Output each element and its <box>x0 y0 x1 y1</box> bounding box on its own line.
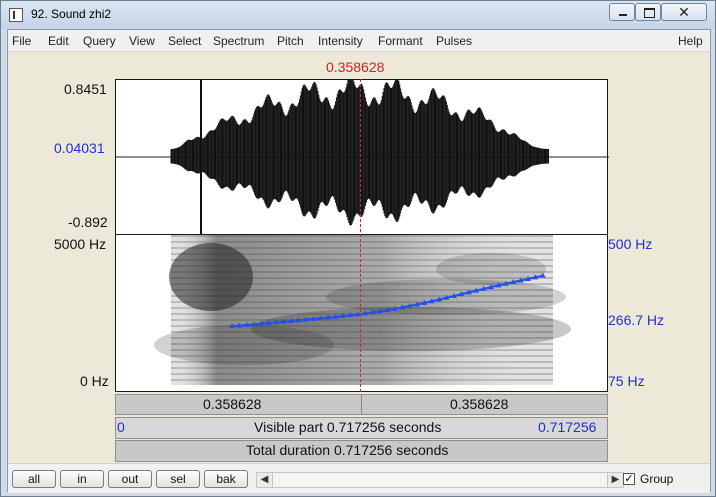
pitch-mid-label: 266.7 Hz <box>608 312 665 328</box>
scroll-right-icon[interactable]: ▶ <box>607 473 623 487</box>
group-checkbox[interactable]: ✓ <box>623 473 635 485</box>
selection-right-time: 0.358628 <box>450 396 509 412</box>
waveform-panel[interactable] <box>115 79 609 236</box>
visible-end: 0.717256 <box>538 419 597 435</box>
menu-spectrum[interactable]: Spectrum <box>213 34 264 48</box>
selection-divider <box>361 395 362 415</box>
selection-left-time: 0.358628 <box>203 396 262 412</box>
menu-pulses[interactable]: Pulses <box>436 34 472 48</box>
amplitude-mid-label: 0.04031 <box>54 140 105 156</box>
cursor-time-label: 0.358628 <box>326 59 385 75</box>
menu-select[interactable]: Select <box>168 34 201 48</box>
minimize-button[interactable] <box>609 3 635 21</box>
total-duration-label: Total duration 0.717256 seconds <box>246 442 449 458</box>
visible-part-bar[interactable]: 0 Visible part 0.717256 seconds 0.717256 <box>115 417 608 439</box>
menu-formant[interactable]: Formant <box>378 34 423 48</box>
visible-start: 0 <box>117 419 125 435</box>
editor-client-area: File Edit Query View Select Spectrum Pit… <box>7 29 711 493</box>
menu-edit[interactable]: Edit <box>48 34 69 48</box>
close-button[interactable]: ✕ <box>661 3 707 21</box>
pitch-max-label: 500 Hz <box>608 236 653 252</box>
check-icon: ✓ <box>624 473 634 485</box>
menu-file[interactable]: File <box>12 34 31 48</box>
maximize-button[interactable] <box>635 3 661 21</box>
menu-help[interactable]: Help <box>678 34 703 48</box>
spectrogram-max-frequency: 5000 Hz <box>54 236 107 252</box>
zoom-selection-button[interactable]: sel <box>156 470 200 488</box>
zoom-out-button[interactable]: out <box>108 470 152 488</box>
spectrogram-min-frequency: 0 Hz <box>80 373 109 389</box>
zoom-back-button[interactable]: bak <box>204 470 248 488</box>
menu-query[interactable]: Query <box>83 34 116 48</box>
menu-view[interactable]: View <box>129 34 155 48</box>
title-bar: 92. Sound zhi2 ✕ <box>1 1 715 29</box>
time-cursor-line <box>360 79 361 392</box>
visible-part-label: Visible part 0.717256 seconds <box>254 419 442 435</box>
pitch-min-label: 75 Hz <box>608 373 645 389</box>
spectrogram-panel[interactable] <box>115 235 608 392</box>
praat-window-icon <box>9 8 23 22</box>
window-title: 92. Sound zhi2 <box>31 7 112 21</box>
menu-bar: File Edit Query View Select Spectrum Pit… <box>8 30 710 52</box>
menu-intensity[interactable]: Intensity <box>318 34 363 48</box>
close-icon: ✕ <box>678 4 690 20</box>
horizontal-scrollbar[interactable]: ◀ ▶ <box>256 472 624 488</box>
zoom-all-button[interactable]: all <box>12 470 56 488</box>
waveform-visual <box>116 80 609 236</box>
bottom-toolbar: all in out sel bak ◀ ▶ ✓ Group <box>8 463 710 493</box>
sound-editor-window: 92. Sound zhi2 ✕ File Edit Query View Se… <box>0 0 716 497</box>
scroll-left-icon[interactable]: ◀ <box>257 473 273 487</box>
zoom-in-button[interactable]: in <box>60 470 104 488</box>
group-label: Group <box>640 472 674 486</box>
menu-pitch[interactable]: Pitch <box>277 34 304 48</box>
selection-time-bar[interactable]: 0.358628 0.358628 <box>115 394 608 415</box>
total-duration-bar[interactable]: Total duration 0.717256 seconds <box>115 440 608 462</box>
spectrogram-visual <box>154 235 571 385</box>
amplitude-min-label: -0.892 <box>68 214 108 230</box>
amplitude-max-label: 0.8451 <box>64 81 107 97</box>
